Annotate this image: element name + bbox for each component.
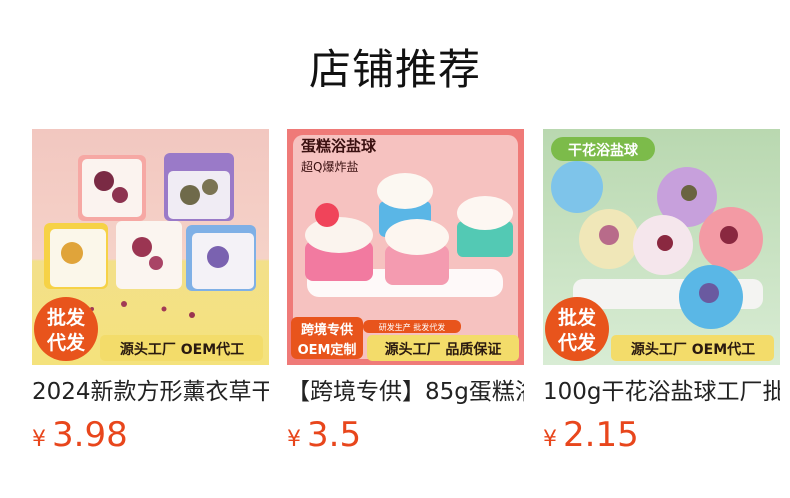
product-price: ¥3.5 bbox=[287, 413, 524, 463]
product-price: ¥3.98 bbox=[32, 413, 269, 463]
badge-line2: 代发 bbox=[46, 331, 86, 354]
price-value: 3.98 bbox=[52, 415, 128, 455]
currency-symbol: ¥ bbox=[287, 427, 301, 452]
product-image[interactable]: 批发 代发 源头工厂 OEM代工 bbox=[32, 129, 269, 365]
product-image[interactable]: 蛋糕浴盐球 超Q爆炸盐 跨境专供 OEM定制 研发生产 批发代发 源头工厂 品质… bbox=[287, 129, 524, 365]
banner-text: 源头工厂 OEM代工 bbox=[631, 341, 755, 358]
mini-tag: 研发生产 批发代发 bbox=[379, 322, 446, 332]
overlay-title: 干花浴盐球 bbox=[568, 142, 639, 159]
tag-line2: OEM定制 bbox=[298, 342, 357, 358]
currency-symbol: ¥ bbox=[543, 427, 557, 452]
section-title: 店铺推荐 bbox=[308, 45, 481, 94]
product-price: ¥2.15 bbox=[543, 413, 780, 463]
banner-text: 源头工厂 品质保证 bbox=[385, 341, 502, 358]
tag-line1: 跨境专供 bbox=[301, 322, 353, 338]
badge-line2: 代发 bbox=[557, 331, 597, 354]
currency-symbol: ¥ bbox=[32, 427, 46, 452]
product-name[interactable]: 2024新款方形薰衣草干花浴盐球 bbox=[32, 377, 269, 407]
banner-text: 源头工厂 OEM代工 bbox=[120, 341, 244, 358]
price-value: 2.15 bbox=[563, 415, 639, 455]
product-name[interactable]: 100g干花浴盐球工厂批发 bbox=[543, 377, 780, 407]
product-image[interactable]: 干花浴盐球 批发 代发 源头工厂 OEM代工 bbox=[543, 129, 780, 365]
overlay-title: 蛋糕浴盐球 bbox=[301, 137, 377, 155]
price-value: 3.5 bbox=[307, 415, 362, 455]
product-card[interactable]: 批发 代发 源头工厂 OEM代工 2024新款方形薰衣草干花浴盐球 ¥3.98 bbox=[32, 129, 269, 463]
badge-line1: 批发 bbox=[558, 306, 597, 329]
overlay-subtitle: 超Q爆炸盐 bbox=[301, 159, 358, 174]
product-card[interactable]: 干花浴盐球 批发 代发 源头工厂 OEM代工 100g干花浴盐球工厂批发 ¥2.… bbox=[543, 129, 780, 463]
badge-line1: 批发 bbox=[47, 306, 86, 329]
product-card[interactable]: 蛋糕浴盐球 超Q爆炸盐 跨境专供 OEM定制 研发生产 批发代发 源头工厂 品质… bbox=[287, 129, 524, 463]
product-name[interactable]: 【跨境专供】85g蛋糕浴盐球超Q爆炸盐 bbox=[287, 377, 524, 407]
